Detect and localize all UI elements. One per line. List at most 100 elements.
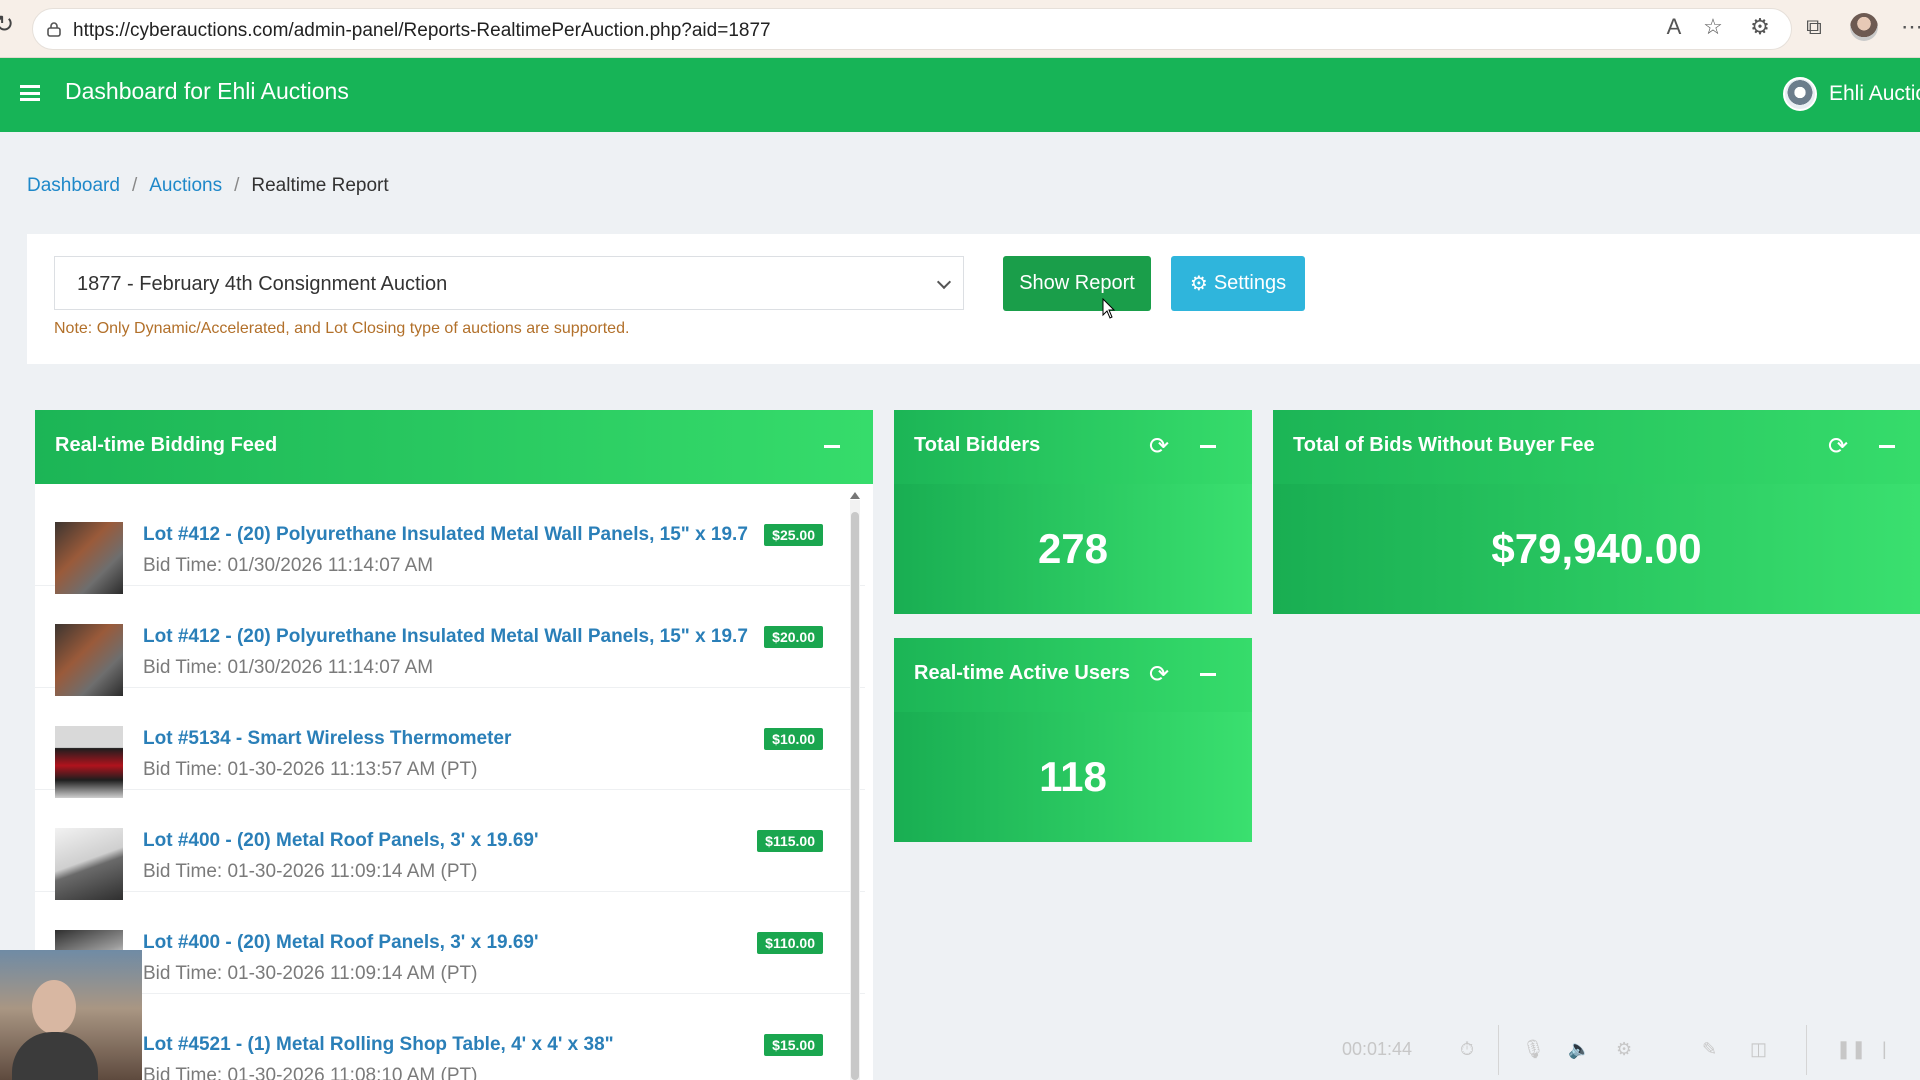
recorder-time: 00:01:44 [1342,1039,1413,1059]
auction-select[interactable]: 1877 - February 4th Consignment Auction [54,256,964,310]
collapse-icon[interactable] [1200,445,1216,448]
timer-icon[interactable]: ⏱ [1460,1039,1474,1060]
lot-title-link[interactable]: Lot #412 - (20) Polyurethane Insulated M… [143,626,748,648]
url-text: https://cyberauctions.com/admin-panel/Re… [73,20,771,41]
webcam-overlay [0,950,142,1080]
collapse-icon[interactable] [824,445,840,448]
speaker-icon[interactable]: 🔈 [1568,1039,1590,1060]
total-bidders-value: 278 [1037,525,1109,572]
lot-thumbnail[interactable] [55,828,123,900]
pen-icon[interactable]: ✎ [1702,1039,1717,1060]
breadcrumb-separator: / [234,175,240,196]
browser-toolbar: ↻ https://cyberauctions.com/admin-panel/… [0,0,1920,58]
feed-item: Lot #400 - (20) Metal Roof Panels, 3' x … [35,892,865,1002]
refresh-icon[interactable]: ⟳ [1146,434,1172,460]
collapse-icon[interactable] [1200,673,1216,676]
feed-scrollbar[interactable] [850,492,860,1080]
bid-time: Bid Time: 01-30-2026 11:09:14 AM (PT) [143,963,478,984]
auction-select-value: 1877 - February 4th Consignment Auction [77,273,448,295]
settings-gear-icon[interactable]: ⚙ [1616,1039,1632,1060]
user-avatar[interactable] [1783,77,1817,111]
favorite-star-icon[interactable]: ☆ [1699,13,1727,41]
refresh-icon[interactable]: ⟳ [1825,434,1851,460]
bid-time: Bid Time: 01/30/2026 11:14:07 AM [143,555,434,576]
hamburger-menu-icon[interactable] [20,85,40,101]
chevron-down-icon [936,274,952,290]
breadcrumb: Dashboard / Auctions / Realtime Report [27,175,389,197]
report-selector-card: 1877 - February 4th Consignment Auction … [27,234,1920,364]
bid-time: Bid Time: 01-30-2026 11:13:57 AM (PT) [143,759,478,780]
total-bids-panel: Total of Bids Without Buyer Fee ⟳ $79,94… [1273,410,1920,614]
show-report-button[interactable]: Show Report [1003,256,1151,311]
more-menu-icon[interactable]: ⋯ [1898,13,1920,41]
lot-title-link[interactable]: Lot #5134 - Smart Wireless Thermometer [143,728,511,750]
active-users-panel: Real-time Active Users ⟳ 118 [894,638,1252,842]
address-bar[interactable]: https://cyberauctions.com/admin-panel/Re… [32,8,1792,50]
active-users-body: 118 [894,712,1252,842]
webcam-person-head [32,980,76,1034]
lot-title-link[interactable]: Lot #4521 - (1) Metal Rolling Shop Table… [143,1034,614,1056]
user-name[interactable]: Ehli Auctio [1829,82,1920,106]
feed-scrollbar-thumb[interactable] [851,512,859,1080]
page-title: Dashboard for Ehli Auctions [65,78,349,104]
recorder-toolbar: 00:01:44 ⏱ 🎙 🔈 ⚙ ✎ ◫ ❚❚ | [1330,1025,1920,1075]
active-users-value: 118 [1039,753,1107,800]
feed-item: Lot #400 - (20) Metal Roof Panels, 3' x … [35,790,865,900]
collapse-icon[interactable] [1879,445,1895,448]
lock-icon [47,22,61,37]
read-aloud-icon[interactable]: A [1660,13,1688,41]
webcam-person-body [12,1032,98,1080]
price-badge: $15.00 [764,1034,823,1056]
bidding-feed-list: Lot #412 - (20) Polyurethane Insulated M… [35,484,865,1080]
mouse-cursor-icon [1102,298,1116,319]
breadcrumb-separator: / [131,175,138,196]
total-bidders-header: Total Bidders ⟳ [894,410,1252,484]
settings-button-label: Settings [1213,272,1287,294]
price-badge: $20.00 [764,626,823,648]
pause-icon[interactable]: ❚❚ [1836,1039,1866,1060]
stop-icon[interactable]: | [1882,1039,1887,1060]
bidding-feed-panel: Real-time Bidding Feed Lot #412 - (20) P… [35,410,873,1080]
total-bids-title: Total of Bids Without Buyer Fee [1293,434,1595,456]
collections-icon[interactable]: ⧉ [1800,13,1828,41]
lot-title-link[interactable]: Lot #400 - (20) Metal Roof Panels, 3' x … [143,932,539,954]
price-badge: $115.00 [757,830,823,852]
lot-title-link[interactable]: Lot #400 - (20) Metal Roof Panels, 3' x … [143,830,539,852]
feed-item: Lot #412 - (20) Polyurethane Insulated M… [35,484,865,594]
active-users-header: Real-time Active Users ⟳ [894,638,1252,712]
lot-thumbnail[interactable] [55,726,123,798]
total-bids-header: Total of Bids Without Buyer Fee ⟳ [1273,410,1920,484]
price-badge: $25.00 [764,524,823,546]
settings-button[interactable]: ⚙ Settings [1171,256,1305,311]
total-bidders-body: 278 [894,484,1252,614]
total-bidders-panel: Total Bidders ⟳ 278 [894,410,1252,614]
price-badge: $10.00 [764,728,823,750]
bid-time: Bid Time: 01/30/2026 11:14:07 AM [143,657,434,678]
feed-item: Lot #4521 - (1) Metal Rolling Shop Table… [35,994,865,1080]
microphone-icon[interactable]: 🎙 [1522,1039,1545,1060]
bid-time: Bid Time: 01-30-2026 11:08:10 AM (PT) [143,1065,478,1080]
total-bids-value: $79,940.00 [1491,525,1702,572]
feed-item: Lot #5134 - Smart Wireless Thermometer Bi… [35,688,865,798]
reload-icon[interactable]: ↻ [0,13,16,37]
feed-item: Lot #412 - (20) Polyurethane Insulated M… [35,586,865,696]
camera-icon[interactable]: ◫ [1750,1039,1767,1060]
bidding-feed-title: Real-time Bidding Feed [55,434,278,456]
refresh-icon[interactable]: ⟳ [1146,662,1172,688]
lot-thumbnail[interactable] [55,624,123,696]
breadcrumb-dashboard[interactable]: Dashboard [27,175,120,197]
app-header: Dashboard for Ehli Auctions Ehli Auctio [0,58,1920,132]
active-users-title: Real-time Active Users [914,662,1131,684]
extensions-icon[interactable]: ⚙ [1746,13,1774,41]
toolbar-divider [1806,1025,1807,1075]
support-note: Note: Only Dynamic/Accelerated, and Lot … [54,320,630,337]
breadcrumb-auctions[interactable]: Auctions [149,175,222,197]
toolbar-divider [1498,1025,1499,1075]
price-badge: $110.00 [757,932,823,954]
scroll-up-arrow-icon[interactable] [850,492,860,499]
gear-icon: ⚙ [1189,273,1208,295]
total-bidders-title: Total Bidders [914,434,1041,456]
lot-title-link[interactable]: Lot #412 - (20) Polyurethane Insulated M… [143,524,748,546]
profile-avatar-icon[interactable] [1850,13,1878,41]
lot-thumbnail[interactable] [55,522,123,594]
